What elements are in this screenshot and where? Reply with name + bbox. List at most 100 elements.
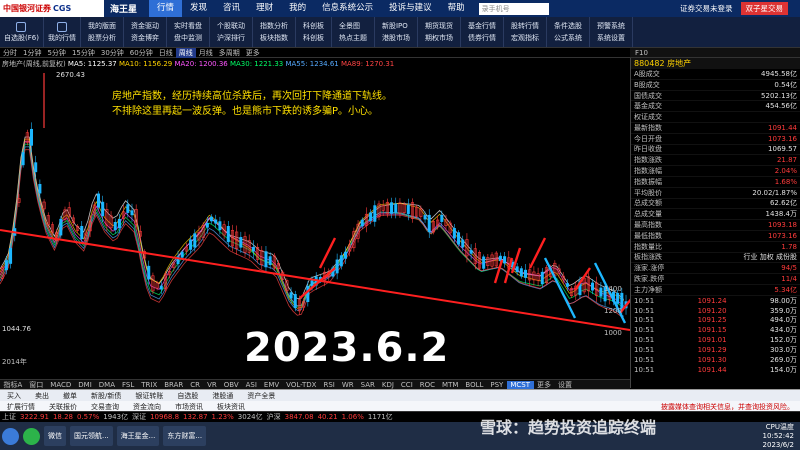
indicator-tab[interactable]: DMI — [75, 381, 96, 389]
period-tab[interactable]: 15分钟 — [69, 48, 98, 58]
menu-item[interactable]: 投诉与建议 — [381, 0, 440, 17]
toolbar-link[interactable]: 盘中监测 — [174, 32, 202, 44]
indicator-tab[interactable]: 设置 — [555, 380, 576, 390]
login-link[interactable]: 证券交易未登录 — [680, 3, 733, 14]
indicator-tab[interactable]: ROC — [416, 381, 438, 389]
indicator-tab[interactable]: CCI — [397, 381, 416, 389]
toolbar-link[interactable]: 资金博弈 — [131, 32, 159, 44]
taskbar-app[interactable]: 东方财富... — [163, 426, 207, 446]
indicator-tab[interactable]: EMV — [260, 381, 282, 389]
toolbar-link[interactable]: 全景图 — [339, 20, 367, 32]
news-ticker[interactable]: 披露媒体查询相关信息，并查询投资风险。 — [661, 402, 794, 412]
menu-item[interactable]: 信息系统公示 — [314, 0, 381, 17]
info-tab[interactable]: 资金流向 — [126, 402, 168, 412]
toolbar-link[interactable]: 系统设置 — [597, 32, 625, 44]
taskbar-app[interactable]: 微信 — [44, 426, 66, 446]
toolbar-link[interactable]: 期权市场 — [425, 32, 453, 44]
indicator-tab[interactable]: BRAR — [161, 381, 187, 389]
menu-item[interactable]: 咨讯 — [215, 0, 248, 17]
menu-item[interactable]: 我的 — [281, 0, 314, 17]
menu-item[interactable]: 帮助 — [440, 0, 473, 17]
period-tab[interactable]: 月线 — [196, 48, 216, 58]
indicator-tab[interactable]: WR — [338, 381, 357, 389]
toolbar-button[interactable]: 我的行情 — [44, 17, 81, 47]
indicator-tab[interactable]: SAR — [357, 381, 378, 389]
indicator-tab[interactable]: BOLL — [462, 381, 487, 389]
toolbar-link[interactable]: 沪深排行 — [217, 32, 245, 44]
period-tab[interactable]: 60分钟 — [127, 48, 156, 58]
indicator-tab[interactable]: KDJ — [378, 381, 397, 389]
menu-item[interactable]: 理财 — [248, 0, 281, 17]
toolbar-link[interactable]: 宏观指标 — [511, 32, 539, 44]
toolbar-link[interactable]: 条件选股 — [554, 20, 582, 32]
indicator-tab[interactable]: CR — [187, 381, 204, 389]
toolbar-link[interactable]: 指数分析 — [260, 20, 288, 32]
menu-item[interactable]: 行情 — [149, 0, 183, 17]
app-icon[interactable] — [2, 427, 19, 445]
dual-trade-button[interactable]: 双子星交易 — [740, 2, 788, 15]
period-tab[interactable]: 分时 — [0, 48, 20, 58]
toolbar-link[interactable]: 个股联动 — [217, 20, 245, 32]
toolbar-link[interactable]: 股转行情 — [511, 20, 539, 32]
trade-button[interactable]: 银证转账 — [128, 391, 170, 401]
toolbar-link[interactable]: 港股市场 — [382, 32, 410, 44]
indicator-tab[interactable]: FSL — [119, 381, 138, 389]
indicator-tab[interactable]: 指标A — [0, 380, 26, 390]
app-icon[interactable] — [23, 427, 40, 445]
trade-button[interactable]: 买入 — [0, 391, 28, 401]
toolbar-link[interactable]: 预警系统 — [597, 20, 625, 32]
indicator-tab[interactable]: VOL-TDX — [283, 381, 320, 389]
toolbar-link[interactable]: 新股IPO — [382, 20, 410, 32]
indicator-tab[interactable]: ASI — [242, 381, 260, 389]
indicator-tab[interactable]: TRIX — [138, 381, 161, 389]
period-tab[interactable]: 多周期 — [216, 48, 243, 58]
period-tab[interactable]: 30分钟 — [98, 48, 127, 58]
trade-button[interactable]: 新股/新债 — [84, 391, 128, 401]
indicator-tab[interactable]: PSY — [487, 381, 507, 389]
taskbar-app[interactable]: 国元领航... — [70, 426, 113, 446]
period-tab[interactable]: 日线 — [156, 48, 176, 58]
trade-button[interactable]: 资产全景 — [240, 391, 282, 401]
menu-item[interactable]: 发现 — [182, 0, 215, 17]
toolbar-link[interactable]: 资金驱动 — [131, 20, 159, 32]
taskbar-app[interactable]: 海王星金... — [116, 426, 160, 446]
period-tab[interactable]: 5分钟 — [44, 48, 68, 58]
period-tab[interactable]: 周线 — [175, 47, 196, 58]
info-tab[interactable]: 扩展行情 — [0, 402, 42, 412]
trade-button[interactable]: 自选股 — [170, 391, 205, 401]
trade-button[interactable]: 卖出 — [28, 391, 56, 401]
toolbar-link[interactable]: 期货现货 — [425, 20, 453, 32]
toolbar-link[interactable]: 实时看盘 — [174, 20, 202, 32]
period-tab[interactable]: 1分钟 — [20, 48, 44, 58]
indicator-tab[interactable]: MCST — [506, 380, 534, 389]
toolbar-link[interactable]: 股票分析 — [88, 32, 116, 44]
info-tab[interactable]: 交易查询 — [84, 402, 126, 412]
info-tab[interactable]: 关联报价 — [42, 402, 84, 412]
tick-time: 10:51 — [634, 306, 655, 315]
toolbar-link[interactable]: 热点主题 — [339, 32, 367, 44]
indicator-tab[interactable]: MTM — [439, 381, 462, 389]
indicator-tab[interactable]: 更多 — [534, 380, 555, 390]
toolbar-link[interactable]: 债券行情 — [468, 32, 496, 44]
info-tab[interactable]: 市场资讯 — [168, 402, 210, 412]
toolbar-button[interactable]: 自选股(F6) — [0, 17, 44, 47]
indicator-tab[interactable]: MACD — [47, 381, 75, 389]
trade-button[interactable]: 港股通 — [205, 391, 240, 401]
toolbar-link[interactable]: 科创板 — [303, 20, 324, 32]
toolbar-link[interactable]: 板块指数 — [260, 32, 288, 44]
indicator-tab[interactable]: RSI — [320, 381, 338, 389]
phone-search-input[interactable]: 录手机号 — [478, 2, 549, 15]
toolbar-link[interactable]: 公式系统 — [554, 32, 582, 44]
indicator-tab[interactable]: 窗口 — [26, 380, 47, 390]
toolbar-link[interactable]: 基金行情 — [468, 20, 496, 32]
indicator-tab[interactable]: OBV — [220, 381, 242, 389]
trade-button[interactable]: 撤单 — [56, 391, 84, 401]
indicator-tab[interactable]: VR — [204, 381, 221, 389]
indicator-tab[interactable]: DMA — [95, 381, 118, 389]
period-tab[interactable]: 更多 — [243, 48, 263, 58]
toolbar-link[interactable]: 科创板 — [303, 32, 324, 44]
f10-tab[interactable]: F10 — [630, 49, 653, 57]
index-status: 深证 — [132, 413, 147, 421]
info-tab[interactable]: 板块资讯 — [210, 402, 252, 412]
toolbar-link[interactable]: 我的版面 — [88, 20, 116, 32]
